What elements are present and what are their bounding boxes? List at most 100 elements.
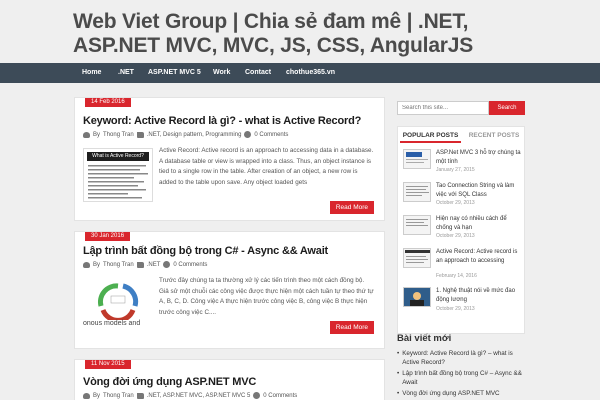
post-excerpt: Active Record: Active record is an appro…: [159, 147, 374, 186]
popular-post-item[interactable]: ASP.Net MVC 3 hỗ trợ chúng ta một tính J…: [403, 149, 523, 179]
folder-icon: [136, 392, 144, 399]
person-body-shape: [410, 300, 424, 306]
read-more-button[interactable]: Read More: [329, 201, 374, 214]
post-categories[interactable]: .NET, ASP.NET MVC, ASP.NET MVC 5: [147, 393, 251, 399]
thumb-caption: onous models and: [83, 320, 141, 327]
popular-post-item[interactable]: Tao Connection String và làm việc với SQ…: [403, 182, 523, 212]
post-thumbnail[interactable]: What is Active Record?: [83, 148, 153, 202]
thumb-line-shape: [406, 262, 424, 263]
recent-post-title[interactable]: Lập trình bất đồng bộ trong C# – Async &…: [402, 369, 525, 387]
post-categories[interactable]: .NET, Design pattern, Programming: [147, 132, 242, 138]
tab-popular-posts[interactable]: POPULAR POSTS: [400, 129, 461, 143]
recent-post-link[interactable]: Lập trình bất đồng bộ trong C# – Async &…: [397, 369, 525, 387]
popular-post-date: January 27, 2015: [436, 167, 475, 173]
nav-item-dotnet[interactable]: .NET: [118, 63, 134, 83]
thumb-caption: What is Active Record?: [87, 152, 149, 161]
post-meta: By Thong Tran .NET, Design pattern, Prog…: [83, 131, 288, 138]
post-meta: By Thong Tran .NET 0 Comments: [83, 261, 207, 268]
user-icon: [83, 131, 90, 138]
thumb-header-shape: [405, 250, 430, 253]
search-button[interactable]: Search: [489, 101, 525, 115]
thumb-line-shape: [406, 225, 428, 226]
post-meta: By Thong Tran .NET, ASP.NET MVC, ASP.NET…: [83, 392, 297, 399]
thumb-logo-shape: [406, 152, 422, 157]
post-categories[interactable]: .NET: [147, 262, 161, 268]
post-author-prefix: By: [93, 261, 101, 268]
nav-item-aspnet-mvc5[interactable]: ASP.NET MVC 5: [148, 63, 201, 83]
search-input[interactable]: [397, 101, 489, 115]
user-icon: [83, 261, 90, 268]
site-title[interactable]: Web Viet Group | Chia sẻ đam mê | .NET, …: [73, 10, 543, 58]
post-list: 14 Feb 2016 Keyword: Active Record là gì…: [74, 97, 385, 400]
post-date-badge: 14 Feb 2016: [85, 98, 131, 107]
post-card: 11 Nov 2015 Vòng đời ứng dụng ASP.NET MV…: [74, 359, 385, 400]
post-comments-link[interactable]: 0 Comments: [173, 262, 207, 268]
comment-icon: [163, 261, 171, 268]
nav-item-home[interactable]: Home: [82, 63, 101, 83]
popular-post-thumbnail[interactable]: [403, 287, 431, 307]
thumb-line-shape: [406, 195, 422, 196]
popular-post-thumbnail[interactable]: [403, 182, 431, 202]
popular-post-thumbnail[interactable]: [403, 149, 431, 169]
site-header: Web Viet Group | Chia sẻ đam mê | .NET, …: [0, 0, 600, 62]
thumb-line-shape: [406, 186, 428, 187]
person-head-shape: [413, 292, 421, 300]
read-more-button[interactable]: Read More: [329, 321, 374, 334]
thumb-line-shape: [406, 256, 426, 257]
popular-post-thumbnail[interactable]: [403, 248, 431, 268]
popular-post-date: October 29, 2013: [436, 233, 475, 239]
thumb-line-shape: [406, 159, 428, 160]
popular-post-item[interactable]: 1. Nghệ thuật nói về mức đao động lương …: [403, 287, 523, 317]
post-comments-link[interactable]: 0 Comments: [254, 132, 288, 138]
comment-icon: [244, 131, 252, 138]
recent-post-title[interactable]: Keyword: Active Record là gì? – what is …: [402, 349, 525, 367]
post-card: 30 Jan 2016 Lập trình bất đồng bộ trong …: [74, 231, 385, 349]
search-form: Search: [397, 101, 525, 115]
popular-post-date: October 29, 2013: [436, 200, 475, 206]
main-nav: Home .NET ASP.NET MVC 5 Work Contact cho…: [0, 63, 600, 83]
user-icon: [83, 392, 90, 399]
post-title[interactable]: Vòng đời ứng dụng ASP.NET MVC: [83, 376, 256, 388]
post-excerpt: Trước đây chúng ta ta thường xử lý các t…: [159, 277, 374, 316]
thumbnail-text-lines: [88, 165, 148, 199]
comment-icon: [253, 392, 261, 399]
recent-posts-widget-title: Bài viết mới: [397, 333, 452, 344]
popular-post-title[interactable]: ASP.Net MVC 3 hỗ trợ chúng ta một tính: [436, 149, 524, 166]
nav-item-contact[interactable]: Contact: [245, 63, 271, 83]
thumb-line-shape: [406, 259, 428, 260]
popular-post-title[interactable]: Hiện nay có nhiều cách để chống và hạn: [436, 215, 524, 232]
popular-post-item[interactable]: Hiện nay có nhiều cách để chống và hạn O…: [403, 215, 523, 245]
nav-item-chothue365[interactable]: chothue365.vn: [286, 63, 335, 83]
nav-item-work[interactable]: Work: [213, 63, 230, 83]
popular-post-date: October 29, 2013: [436, 306, 475, 312]
post-title[interactable]: Keyword: Active Record là gì? - what is …: [83, 115, 361, 127]
folder-icon: [136, 131, 144, 138]
post-date-badge: 11 Nov 2015: [85, 360, 131, 369]
recent-post-link[interactable]: Keyword: Active Record là gì? – what is …: [397, 349, 525, 367]
thumb-line-shape: [406, 192, 429, 193]
popular-post-title[interactable]: Tao Connection String và làm việc với SQ…: [436, 182, 524, 199]
recent-post-link[interactable]: Vòng đời ứng dụng ASP.NET MVC: [397, 389, 525, 398]
post-author-link[interactable]: Thong Tran: [103, 262, 134, 268]
thumb-line-shape: [406, 162, 424, 163]
posts-tab-widget: POPULAR POSTS RECENT POSTS ASP.Net MVC 3…: [397, 126, 525, 334]
post-comments-link[interactable]: 0 Comments: [263, 393, 297, 399]
post-title[interactable]: Lập trình bất đồng bộ trong C# - Async &…: [83, 245, 328, 257]
tab-recent-posts[interactable]: RECENT POSTS: [464, 129, 524, 143]
thumb-line-shape: [406, 222, 424, 223]
popular-post-title[interactable]: Active Record: Active record is an appro…: [436, 248, 524, 265]
popular-post-thumbnail[interactable]: [403, 215, 431, 235]
popular-post-title[interactable]: 1. Nghệ thuật nói về mức đao động lương: [436, 287, 524, 304]
post-author-link[interactable]: Thong Tran: [103, 132, 134, 138]
thumb-line-shape: [406, 219, 428, 220]
post-author-prefix: By: [93, 392, 101, 399]
post-card: 14 Feb 2016 Keyword: Active Record là gì…: [74, 97, 385, 221]
popular-post-date: February 14, 2016: [436, 273, 477, 279]
post-author-prefix: By: [93, 131, 101, 138]
post-author-link[interactable]: Thong Tran: [103, 393, 134, 399]
folder-icon: [136, 261, 144, 268]
post-thumbnail[interactable]: onous models and: [83, 276, 153, 330]
popular-post-item[interactable]: Active Record: Active record is an appro…: [403, 248, 524, 279]
recent-post-title[interactable]: Vòng đời ứng dụng ASP.NET MVC: [402, 389, 499, 398]
post-date-badge: 30 Jan 2016: [85, 232, 131, 241]
